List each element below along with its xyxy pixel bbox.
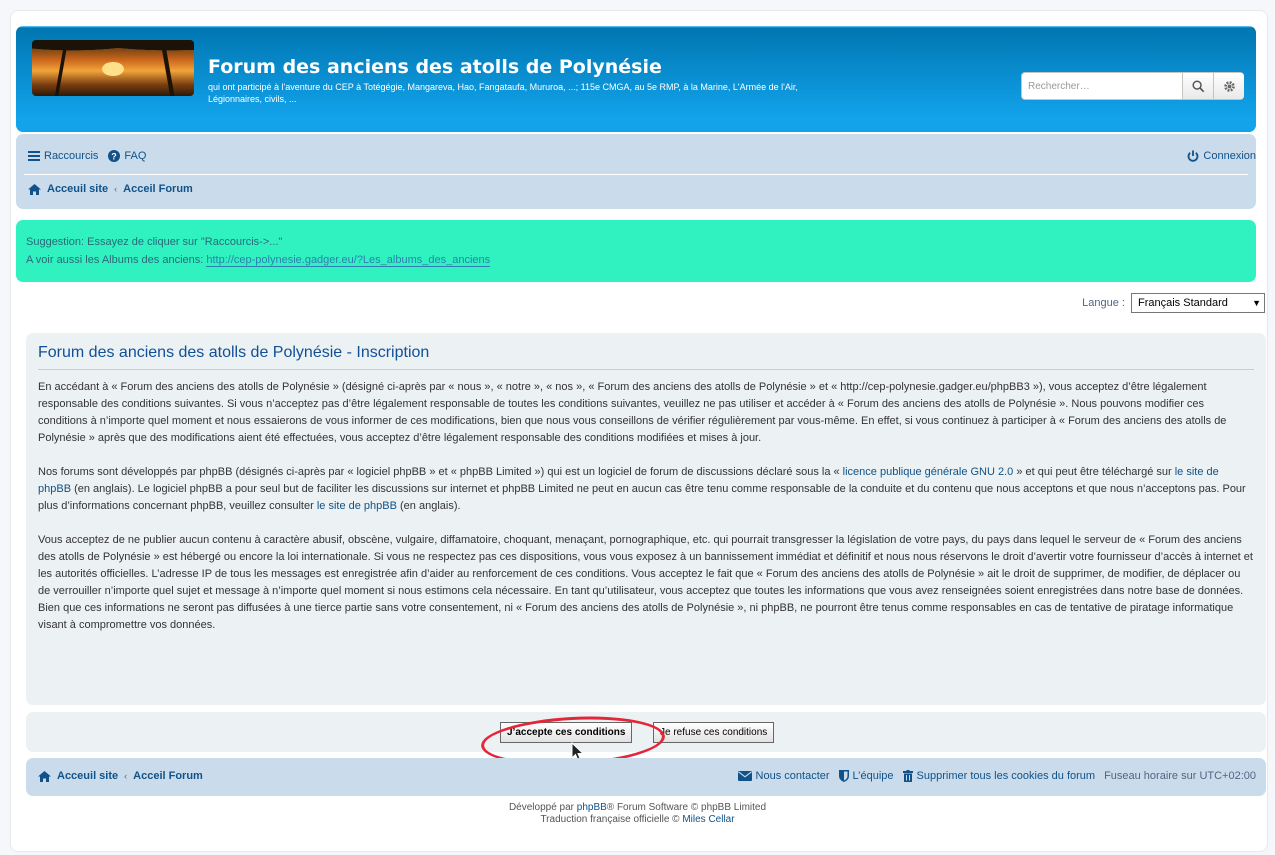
breadcrumb: Acceuil site ‹ Acceil Forum [28, 183, 193, 195]
phpbb-site-link-2[interactable]: le site de phpBB [317, 500, 397, 512]
footer-navbar: Acceuil site ‹ Acceil Forum Nous contact… [26, 758, 1266, 796]
translator-link[interactable]: Miles Cellar [682, 814, 734, 825]
notice-line-1: Suggestion: Essayez de cliquer sur "Racc… [26, 236, 283, 248]
notice-line-2: A voir aussi les Albums des anciens: htt… [26, 251, 1246, 269]
footer-breadcrumb-home[interactable]: Acceuil site [57, 770, 118, 782]
navbar: Raccourcis ? FAQ Connexion Acceuil site … [16, 134, 1256, 209]
translation-prefix: Traduction française officielle © [540, 814, 683, 825]
team-label: L’équipe [852, 770, 894, 782]
notice-prefix: A voir aussi les Albums des anciens: [26, 254, 207, 266]
breadcrumb-forum[interactable]: Acceil Forum [123, 183, 193, 195]
team-link[interactable]: L’équipe [838, 770, 894, 782]
language-selected-value: Français Standard [1138, 297, 1228, 309]
footer-breadcrumb: Acceuil site ‹ Acceil Forum [38, 770, 203, 782]
search-icon [1191, 79, 1204, 92]
faq-link[interactable]: ? FAQ [108, 150, 146, 162]
language-selector: Langue : Français Standard ▼ [1082, 293, 1265, 313]
para2-text-b: » et qui peut être téléchargé sur [1013, 466, 1175, 478]
phpbb-link[interactable]: phpBB [577, 802, 607, 813]
login-label: Connexion [1203, 150, 1256, 162]
contact-link[interactable]: Nous contacter [737, 770, 830, 782]
contact-label: Nous contacter [755, 770, 830, 782]
powered-suffix: ® Forum Software © phpBB Limited [606, 802, 767, 813]
footer-breadcrumb-forum[interactable]: Acceil Forum [133, 770, 203, 782]
para2-text-a: Nos forums sont développés par phpBB (dé… [38, 466, 843, 478]
powered-prefix: Développé par [508, 802, 577, 813]
envelope-icon [737, 771, 752, 781]
site-title[interactable]: Forum des anciens des atolls de Polynési… [208, 56, 662, 78]
advanced-search-button[interactable] [1213, 73, 1244, 99]
terms-paragraph-1: En accédant à « Forum des anciens des at… [38, 381, 1227, 444]
logo-sun [102, 62, 124, 76]
delete-cookies-link[interactable]: Supprimer tous les cookies du forum [902, 770, 1096, 782]
language-select[interactable]: Français Standard ▼ [1131, 293, 1265, 313]
refuse-terms-button[interactable]: Je refuse ces conditions [653, 722, 775, 743]
gear-icon [1223, 80, 1235, 92]
shield-icon [838, 770, 849, 782]
para2-text-c: (en anglais). Le logiciel phpBB a pour s… [38, 483, 1246, 512]
logo-fronds [32, 40, 194, 58]
hamburger-icon [28, 151, 40, 161]
language-label: Langue : [1082, 297, 1125, 309]
breadcrumb-separator: ‹ [124, 771, 128, 781]
search-input[interactable] [1022, 73, 1182, 99]
accept-terms-button[interactable]: J’accepte ces conditions [500, 722, 633, 743]
search-button[interactable] [1182, 73, 1213, 99]
albums-link[interactable]: http://cep-polynesie.gadger.eu/?Les_albu… [206, 254, 491, 267]
chevron-down-icon: ▼ [1252, 298, 1261, 308]
login-link[interactable]: Connexion [1187, 150, 1256, 162]
para2-text-d: (en anglais). [396, 500, 461, 512]
site-description: qui ont participé à l'aventure du CEP à … [208, 82, 798, 104]
terms-title: Forum des anciens des atolls de Polynési… [38, 343, 1254, 370]
shortcuts-label: Raccourcis [44, 150, 99, 162]
agreement-buttons-panel: J’accepte ces conditions Je refuse ces c… [26, 712, 1266, 752]
gpl-license-link[interactable]: licence publique générale GNU 2.0 [843, 466, 1014, 478]
suggestion-notice: Suggestion: Essayez de cliquer sur "Racc… [16, 220, 1256, 282]
navbar-divider [24, 174, 1248, 175]
home-icon [38, 770, 51, 782]
breadcrumb-home[interactable]: Acceuil site [47, 183, 108, 195]
site-logo[interactable] [32, 40, 194, 96]
home-icon [28, 183, 41, 195]
shortcuts-menu[interactable]: Raccourcis [28, 150, 98, 162]
copyright: Développé par phpBB® Forum Software © ph… [0, 802, 1275, 826]
powered-by-line: Développé par phpBB® Forum Software © ph… [0, 802, 1275, 814]
question-circle-icon: ? [108, 150, 121, 162]
terms-paragraph-2: Nos forums sont développés par phpBB (dé… [38, 464, 1254, 515]
header-bar: Forum des anciens des atolls de Polynési… [16, 26, 1256, 132]
terms-panel: Forum des anciens des atolls de Polynési… [26, 333, 1266, 705]
search-box [1021, 72, 1244, 100]
delete-cookies-label: Supprimer tous les cookies du forum [916, 770, 1096, 782]
breadcrumb-separator: ‹ [114, 184, 118, 194]
faq-label: FAQ [124, 150, 147, 162]
timezone-label: Fuseau horaire sur UTC+02:00 [1104, 770, 1256, 782]
svg-text:?: ? [112, 152, 118, 162]
trash-icon [902, 770, 913, 782]
translation-line: Traduction française officielle © Miles … [0, 814, 1275, 826]
power-icon [1188, 150, 1199, 162]
terms-paragraph-3: Vous acceptez de ne publier aucun conten… [38, 534, 1253, 631]
